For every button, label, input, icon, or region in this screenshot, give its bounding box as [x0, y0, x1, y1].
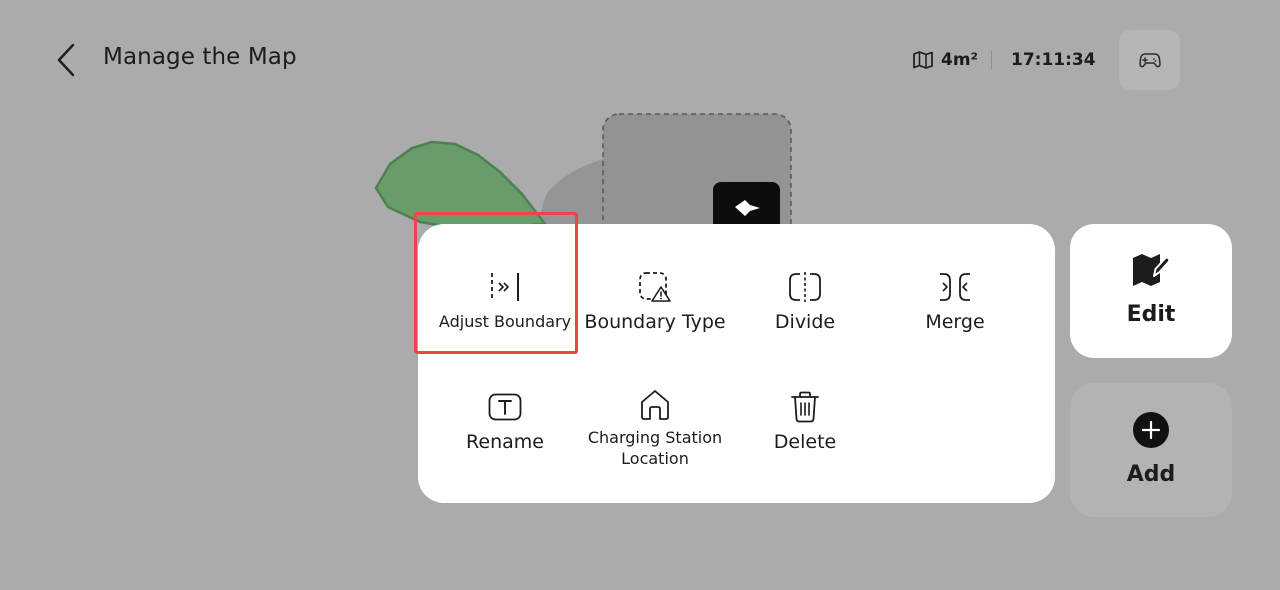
status-divider — [991, 51, 992, 69]
divide-icon — [787, 269, 823, 305]
menu-item-label: Adjust Boundary — [438, 312, 572, 331]
map-zone-green — [374, 140, 548, 232]
trash-icon — [787, 389, 823, 425]
menu-item-label: Divide — [774, 311, 836, 333]
time-value: 17:11:34 — [1011, 50, 1096, 70]
area-value: 4m² — [941, 50, 978, 70]
adjust-boundary-icon — [487, 269, 523, 305]
menu-item-delete[interactable]: Delete — [730, 344, 880, 454]
rename-icon — [487, 389, 523, 425]
add-label: Add — [1126, 462, 1176, 487]
back-button[interactable] — [44, 38, 88, 82]
edit-map-icon — [1132, 252, 1171, 292]
menu-item-boundary-type[interactable]: Boundary Type — [580, 224, 730, 334]
chevron-left-icon — [57, 43, 75, 77]
edit-button[interactable]: Edit — [1070, 224, 1232, 358]
menu-item-label: Delete — [773, 431, 837, 453]
zone-action-menu: Adjust Boundary Boundary Type Divide Mer… — [418, 224, 1055, 503]
edit-label: Edit — [1126, 302, 1176, 327]
boundary-type-icon — [637, 269, 673, 305]
menu-item-divide[interactable]: Divide — [730, 224, 880, 334]
gamepad-icon — [1138, 53, 1161, 68]
menu-item-label: Boundary Type — [584, 311, 726, 333]
menu-item-merge[interactable]: Merge — [880, 224, 1030, 334]
menu-item-rename[interactable]: Rename — [430, 344, 580, 454]
plus-circle-icon — [1133, 412, 1169, 452]
menu-item-label: Charging Station Location — [587, 428, 723, 468]
menu-item-adjust-boundary[interactable]: Adjust Boundary — [430, 224, 580, 334]
menu-item-charging-station-location[interactable]: Charging Station Location — [580, 344, 730, 468]
map-icon — [912, 50, 934, 70]
menu-item-label: Merge — [925, 311, 985, 333]
status-bar: 4m² 17:11:34 — [912, 47, 1096, 73]
merge-icon — [937, 269, 973, 305]
add-button[interactable]: Add — [1070, 383, 1232, 517]
page-title: Manage the Map — [103, 44, 297, 70]
menu-item-label: Rename — [466, 431, 544, 453]
gamepad-button[interactable] — [1119, 30, 1180, 90]
home-icon — [637, 389, 673, 421]
